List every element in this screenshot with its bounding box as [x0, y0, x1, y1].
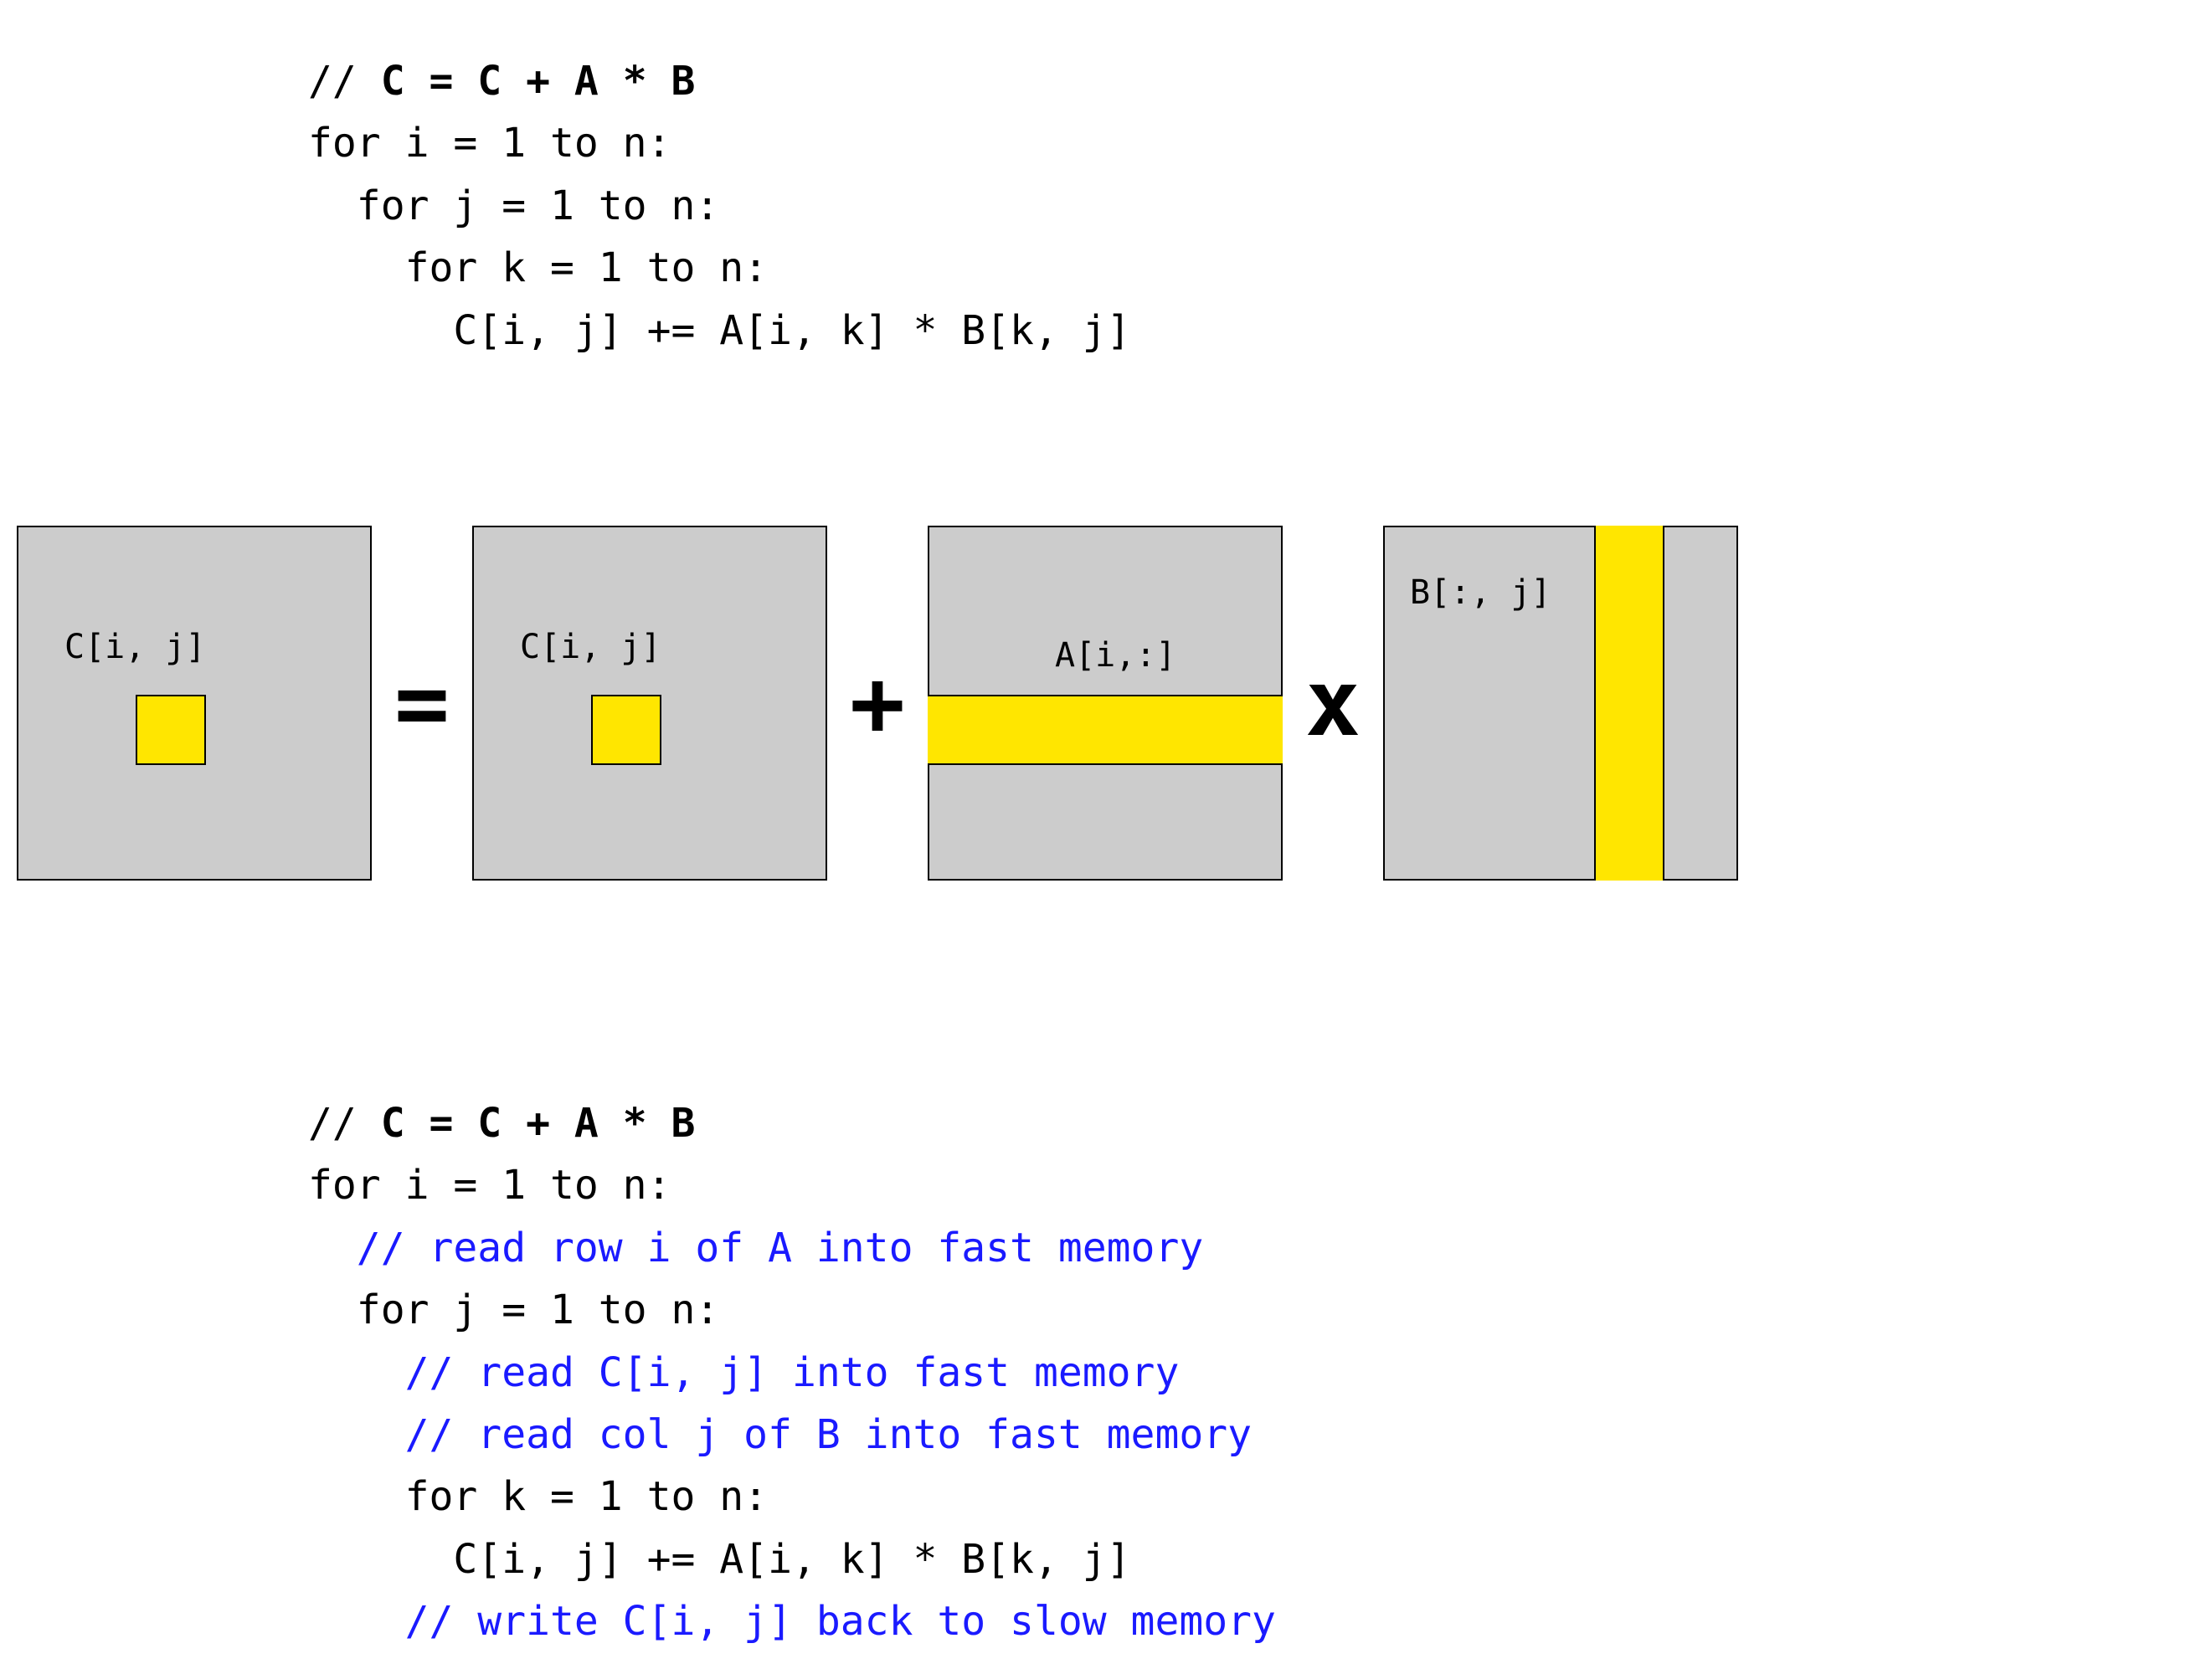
code-block-naive: // C = C + A * B for i = 1 to n: for j =…: [308, 50, 1131, 362]
code-top-comment-bold: C = C + A * B: [381, 58, 696, 105]
highlight-row-icon: [928, 695, 1283, 765]
matrix-C-input-label: C[i, j]: [520, 628, 661, 666]
matrix-B-label: B[:, j]: [1410, 573, 1551, 612]
matrix-B: B[:, j]: [1383, 526, 1738, 881]
plus-operator: +: [827, 657, 928, 749]
code-bottom-comment-prefix: //: [308, 1100, 381, 1147]
highlight-col-icon: [1594, 526, 1664, 881]
code-top-l3: for k = 1 to n:: [308, 244, 768, 291]
code-top-l4: C[i, j] += A[i, k] * B[k, j]: [308, 307, 1131, 354]
highlight-cell-icon: [591, 695, 661, 765]
code-bottom-l2: for j = 1 to n:: [308, 1287, 719, 1333]
matrix-C-result-label: C[i, j]: [64, 628, 206, 666]
code-bottom-c1: // read row i of A into fast memory: [308, 1225, 1203, 1271]
code-bottom-comment-bold: C = C + A * B: [381, 1100, 696, 1147]
page: // C = C + A * B for i = 1 to n: for j =…: [0, 0, 2212, 1664]
code-bottom-l3: for k = 1 to n:: [308, 1473, 768, 1520]
code-bottom-l4: C[i, j] += A[i, k] * B[k, j]: [308, 1536, 1131, 1583]
code-top-comment-prefix: //: [308, 58, 381, 105]
code-bottom-c3: // read col j of B into fast memory: [308, 1411, 1252, 1458]
code-block-annotated: // C = C + A * B for i = 1 to n: // read…: [308, 1092, 1276, 1653]
code-top-l2: for j = 1 to n:: [308, 182, 719, 229]
code-top-l1: for i = 1 to n:: [308, 120, 671, 167]
matmul-diagram: C[i, j] = C[i, j] + A[i,:] x B[:, j]: [17, 485, 2195, 921]
matrix-A: A[i,:]: [928, 526, 1283, 881]
times-operator: x: [1283, 657, 1383, 749]
code-bottom-c4: // write C[i, j] back to slow memory: [308, 1598, 1276, 1645]
matrix-C-input: C[i, j]: [472, 526, 827, 881]
highlight-cell-icon: [136, 695, 206, 765]
matrix-A-label: A[i,:]: [1055, 636, 1176, 675]
equals-operator: =: [372, 657, 472, 749]
matrix-C-result: C[i, j]: [17, 526, 372, 881]
code-bottom-l1: for i = 1 to n:: [308, 1162, 671, 1209]
code-bottom-c2: // read C[i, j] into fast memory: [308, 1349, 1179, 1396]
